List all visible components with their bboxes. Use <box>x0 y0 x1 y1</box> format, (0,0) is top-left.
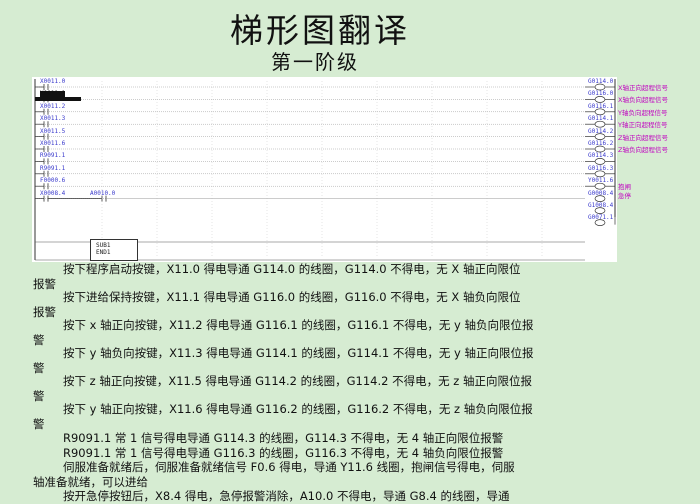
paragraph-line: 按下 x 轴正向按键，X11.2 得电导通 G116.1 的线圈，G116.1 … <box>63 318 534 332</box>
paragraph-line: 按开急停按钮后，X8.4 得电，急停报警消除，A10.0 不得电，导通 G8.4… <box>63 489 510 503</box>
translation-paragraph: 按下 x 轴正向按键，X11.2 得电导通 G116.1 的线圈，G116.1 … <box>33 318 608 347</box>
ladder-lines <box>34 79 616 261</box>
paragraph-line: R9091.1 常 1 信号得电导通 G116.3 的线圈，G116.3 不得电… <box>63 445 504 460</box>
translation-paragraph: R9091.1 常 1 信号得电导通 G114.3 的线圈，G114.3 不得电… <box>33 431 608 504</box>
estop-coil-label: G1008.4 <box>588 201 614 209</box>
paragraph-line: 警 <box>33 388 45 403</box>
contact-label: R9091.1 <box>40 152 66 160</box>
contact-label: F0000.6 <box>40 177 66 185</box>
paragraph-line: 按下进给保持按键，X11.1 得电导通 G116.0 的线圈，G116.0 不得… <box>63 290 521 304</box>
paragraph-line: 警 <box>33 416 45 431</box>
contact-label: R9091.1 <box>40 164 66 172</box>
paragraph-line: 伺服准备就绪后，伺服准备就绪信号 F0.6 得电，导通 Y11.6 线圈，抱闸信… <box>63 460 515 474</box>
paragraph-line: 按下程序启动按键，X11.0 得电导通 G114.0 的线圈，G114.0 不得… <box>63 262 521 276</box>
document-subtitle: 第一阶级 <box>271 50 359 74</box>
coil-label: G0114.2 <box>588 127 614 135</box>
rung-note: Z轴正向超程信号 <box>618 133 668 142</box>
paragraph-line: R9091.1 常 1 信号得电导通 G114.3 的线圈，G114.3 不得电… <box>63 431 504 445</box>
translation-paragraph: 按下 y 轴正向按键，X11.6 得电导通 G116.2 的线圈，G116.2 … <box>33 402 608 431</box>
sub-label: SUB1 <box>96 242 111 249</box>
rung-note: Y轴负向超程信号 <box>618 108 668 117</box>
document-title: 梯形图翻译 <box>230 11 410 50</box>
ladder-diagram: X0011.0 G0114.0 X轴正向超程信号 X0011.1 G0116.0 X轴负向… <box>32 77 668 262</box>
coil-label: Y0011.6 <box>588 177 614 185</box>
paragraph-line: 报警 <box>33 304 56 319</box>
estop-note: 急停 <box>618 191 631 200</box>
coil-label: G0116.1 <box>588 102 614 110</box>
paragraph-line: 报警 <box>33 276 56 291</box>
estop-contact2-label: A0010.0 <box>90 189 116 197</box>
paragraph-line: 按下 z 轴正向按键，X11.5 得电导通 G114.2 的线圈，G114.2 … <box>63 374 532 388</box>
end-label: END1 <box>96 249 111 256</box>
coil-label: G0114.1 <box>588 115 614 123</box>
rung-note: X轴正向超程信号 <box>618 84 668 92</box>
coil-label: G0116.2 <box>588 140 614 147</box>
selected-rung-highlight <box>35 97 81 102</box>
paragraph-line: 警 <box>33 360 45 375</box>
translation-paragraph: 按下进给保持按键，X11.1 得电导通 G116.0 的线圈，G116.0 不得… <box>33 290 608 319</box>
rung-note: Y轴正向超程信号 <box>618 121 668 130</box>
translation-paragraph: 按下程序启动按键，X11.0 得电导通 G114.0 的线圈，G114.0 不得… <box>33 262 608 291</box>
paragraph-line: 轴准备就绪，可以进给 <box>33 474 148 489</box>
paragraph-line: 按下 y 轴正向按键，X11.6 得电导通 G116.2 的线圈，G116.2 … <box>63 402 533 416</box>
contact-label: X0011.5 <box>40 127 66 135</box>
paragraph-line: 警 <box>33 332 45 347</box>
estop-contact-label: X0008.4 <box>40 189 66 197</box>
estop-coil-label: G0008.4 <box>588 189 614 197</box>
coil-label: G0116.3 <box>588 164 614 172</box>
translation-paragraph: 按下 y 轴负向按键，X11.3 得电导通 G114.1 的线圈，G114.1 … <box>33 346 608 375</box>
coil-label: G0116.0 <box>588 90 614 98</box>
translation-paragraph: 按下 z 轴正向按键，X11.5 得电导通 G114.2 的线圈，G114.2 … <box>33 374 608 403</box>
coil-label: G0114.3 <box>588 152 614 160</box>
paragraph-line: 按下 y 轴负向按键，X11.3 得电导通 G114.1 的线圈，G114.1 … <box>63 346 534 360</box>
sub-end-box: SUB1 END1 <box>90 239 138 261</box>
contact-label: X0011.2 <box>40 102 66 110</box>
rung-note: Z轴负向超程信号 <box>618 146 668 154</box>
estop-coil-label: G0071.1 <box>588 213 614 221</box>
contact-label: X0011.6 <box>40 140 66 147</box>
rung-note: 抱闸 <box>618 183 631 192</box>
coil-label: G0114.0 <box>588 78 614 85</box>
contact-label: X0011.3 <box>40 115 66 123</box>
rung-note: X轴负向超程信号 <box>618 96 668 105</box>
contact-label: X0011.0 <box>40 78 66 85</box>
